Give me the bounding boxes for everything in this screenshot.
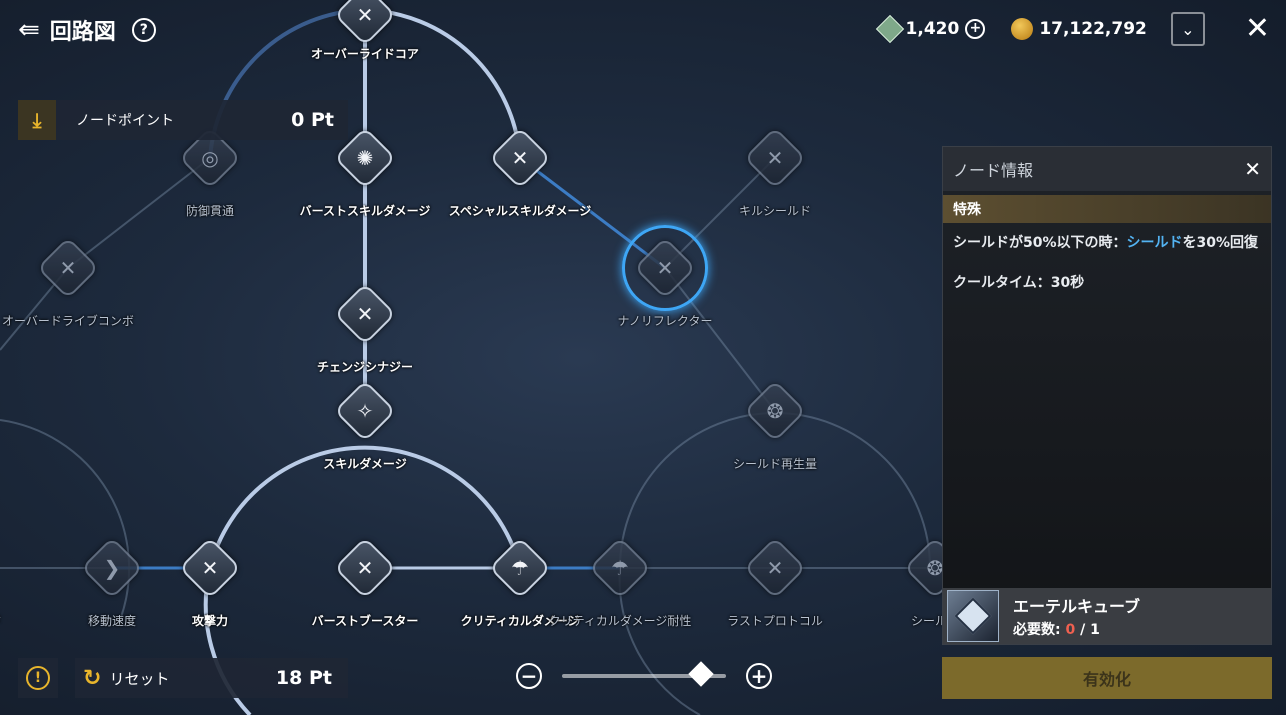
cost-required: 必要数: 0 / 1 [1013, 619, 1140, 639]
activate-button[interactable]: 有効化 [942, 657, 1272, 699]
node-points-bar: ⤓ ノードポイント 0 Pt [18, 100, 348, 140]
panel-header: ノード情報 ✕ [943, 147, 1271, 191]
zoom-slider-thumb[interactable] [688, 661, 715, 687]
node-label: キルシールド [738, 204, 811, 218]
zoom-control: − + [516, 661, 772, 690]
desc-text: シールドが50%以下の時： [953, 235, 1127, 251]
download-icon: ⤓ [18, 100, 56, 140]
skill-node[interactable]: ✕ [488, 126, 552, 190]
desc-text-end: を30%回復 [1182, 235, 1259, 251]
node-icon: ✕ [511, 146, 529, 170]
node-icon: ❯ [103, 556, 121, 580]
node-icon: ✕ [356, 302, 374, 326]
skill-node[interactable]: ✕ [622, 225, 708, 311]
skill-node[interactable]: ✕ [36, 236, 100, 300]
node-label: オーバードライブコンボ [2, 314, 134, 328]
skill-node[interactable]: ✕ [178, 536, 242, 600]
skill-node[interactable]: ✺ [333, 126, 397, 190]
gold-count: 17,122,792 [1039, 19, 1147, 39]
node-label: ラストプロトコル [727, 614, 823, 628]
skill-node[interactable]: ◎ [178, 126, 242, 190]
add-gems-icon[interactable]: + [965, 19, 986, 39]
collapse-icon[interactable]: ⌄ [1170, 12, 1205, 46]
zoom-out-icon[interactable]: − [516, 663, 542, 689]
node-category: 特殊 [943, 195, 1271, 223]
cost-row: エーテルキューブ 必要数: 0 / 1 [943, 588, 1271, 644]
node-description: シールドが50%以下の時：シールドを30%回復 [943, 223, 1271, 254]
node-icon: ❂ [926, 556, 944, 580]
node-points-label: ノードポイント [76, 113, 174, 129]
reset-points-value: 18 Pt [275, 667, 332, 689]
panel-close-icon[interactable]: ✕ [1244, 157, 1261, 181]
node-cooldown: クールタイム：30秒 [953, 275, 1085, 291]
node-icon: ◎ [201, 146, 219, 170]
gem-icon [875, 14, 904, 44]
header-left: ⇚ 回路図 ? [18, 14, 156, 46]
node-icon: ✕ [356, 3, 374, 27]
node-label: クリティカルダメージ耐性 [548, 614, 692, 628]
node-icon: ✕ [201, 556, 219, 580]
node-label: スキルダメージ [323, 457, 407, 471]
skill-node[interactable]: ❂ [743, 379, 807, 443]
gem-currency: 1,420 + [875, 14, 986, 44]
node-icon: ✕ [356, 556, 374, 580]
node-icon: ☂ [611, 556, 629, 580]
reset-label: リセット [109, 669, 170, 688]
node-label: シールド再生量 [732, 457, 817, 471]
node-label: オーバーライドコア [311, 47, 419, 61]
node-icon: ☂ [511, 556, 529, 580]
desc-highlight: シールド [1126, 235, 1183, 251]
node-icon: ✺ [356, 146, 374, 170]
skill-node[interactable]: ❯ [80, 536, 144, 600]
zoom-in-icon[interactable]: + [746, 663, 772, 689]
close-icon[interactable]: ✕ [1245, 14, 1270, 44]
skill-node[interactable]: ✧ [333, 379, 397, 443]
node-icon: ✕ [766, 146, 784, 170]
gold-coin-icon [1011, 18, 1034, 40]
node-info-panel: ノード情報 ✕ 特殊 シールドが50%以下の時：シールドを30%回復 クールタイ… [942, 146, 1272, 645]
warning-button[interactable]: ! [18, 658, 58, 698]
gem-count: 1,420 [905, 19, 960, 39]
panel-title: ノード情報 [953, 161, 1034, 180]
skill-node[interactable]: ✕ [743, 536, 807, 600]
skill-node[interactable]: ✕ [743, 126, 807, 190]
reset-icon: ↻ [83, 665, 102, 691]
cost-have: 0 [1065, 622, 1076, 638]
node-icon: ✕ [656, 256, 674, 280]
node-label: 防御貫通 [185, 204, 234, 218]
cost-req-label: 必要数: [1013, 622, 1066, 638]
ether-cube-icon [947, 590, 999, 642]
node-icon: ❂ [766, 399, 784, 423]
cost-text: エーテルキューブ 必要数: 0 / 1 [1013, 593, 1140, 639]
skill-node[interactable]: ✕ [333, 536, 397, 600]
node-label: 攻撃力 [191, 614, 228, 628]
help-icon[interactable]: ? [131, 18, 156, 42]
back-arrow-icon[interactable]: ⇚ [18, 17, 40, 43]
header-right: 1,420 + 17,122,792 ⌄ ✕ [875, 12, 1270, 46]
skill-node[interactable]: ☂ [588, 536, 652, 600]
warning-icon: ! [26, 666, 50, 690]
node-icon: ✧ [356, 399, 374, 423]
node-label: バーストブースター [311, 614, 419, 628]
node-label: バーストスキルダメージ [299, 204, 431, 218]
cost-need: / 1 [1075, 622, 1100, 638]
skill-node[interactable]: ✕ [333, 282, 397, 346]
page-title: 回路図 [49, 20, 116, 45]
node-icon: ✕ [766, 556, 784, 580]
reset-button[interactable]: ↻ リセット 18 Pt [75, 658, 348, 698]
zoom-slider[interactable] [562, 661, 726, 687]
skill-node[interactable]: ✕ [333, 0, 397, 47]
node-icon: ✕ [59, 256, 77, 280]
node-label: スペシャルスキルダメージ [448, 204, 592, 218]
node-points-value: 0 Pt [291, 109, 334, 131]
skill-node[interactable]: ☂ [488, 536, 552, 600]
node-label: ナノリフレクター [617, 314, 713, 328]
node-label: チェンジシナジー [316, 360, 413, 374]
gold-currency: 17,122,792 [1011, 18, 1147, 40]
cost-item-name: エーテルキューブ [1013, 597, 1141, 616]
